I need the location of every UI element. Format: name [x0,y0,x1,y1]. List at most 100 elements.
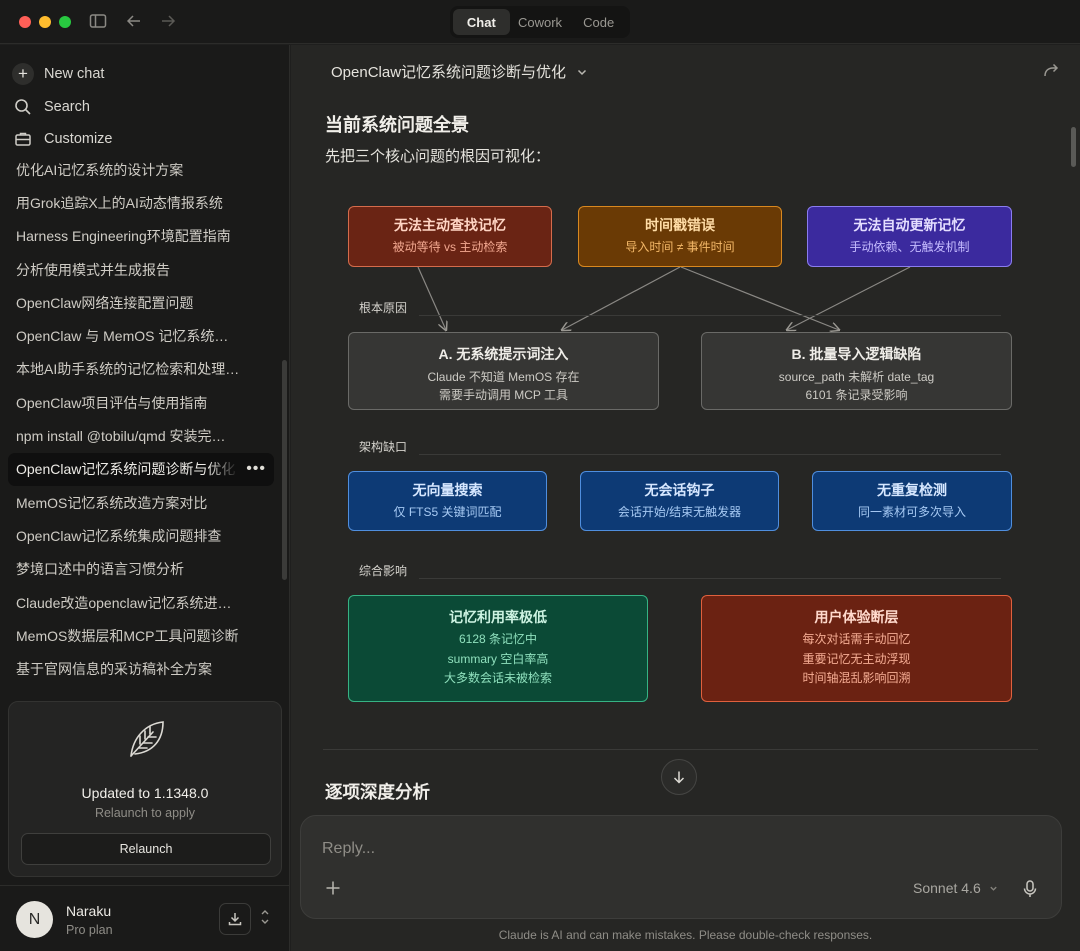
impact-line: 每次对话需手动回忆 [802,632,911,646]
cause-line: 6101 条记录受影响 [805,388,908,402]
back-arrow-icon[interactable] [124,11,146,33]
gap-subtitle: 同一素材可多次导入 [857,505,966,519]
main-panel: OpenClaw记忆系统问题诊断与优化 当前系统问题全景 先把三个核心问题的根因… [291,45,1080,951]
recent-chat-label: MemOS记忆系统改造方案对比 [16,494,208,511]
sidebar-scrollbar[interactable] [282,360,287,580]
recent-chat-item[interactable]: 本地AI助手系统的记忆检索和处理… [8,353,274,386]
add-attachment-button[interactable] [325,879,341,902]
zoom-window-button[interactable] [59,16,71,28]
recent-chat-item[interactable]: OpenClaw网络连接配置问题 [8,286,274,319]
forward-arrow-icon[interactable] [158,11,180,33]
recent-chat-item[interactable]: OpenClaw 与 MemOS 记忆系统… [8,319,274,352]
arrow-down-icon [673,771,685,784]
recent-chat-item[interactable]: 用Grok追踪X上的AI动态情报系统 [8,186,274,219]
cause-line: Claude 不知道 MemOS 存在 [427,370,580,384]
search-icon [12,96,34,118]
conversation-title: OpenClaw记忆系统问题诊断与优化 [331,64,567,81]
impact-box: 用户体验断层 每次对话需手动回忆 重要记忆无主动浮现 时间轴混乱影响回溯 [701,595,1012,702]
cause-box: B. 批量导入逻辑缺陷 source_path 未解析 date_tag 610… [701,332,1012,410]
gap-box: 无重复检测 同一素材可多次导入 [812,471,1012,531]
update-title: Updated to 1.1348.0 [81,785,209,801]
recent-chat-item[interactable]: Harness Engineering环境配置指南 [8,220,274,253]
reply-input[interactable]: Reply... [322,840,375,858]
customize-label: Customize [44,131,113,147]
cause-title: A. 无系统提示词注入 [438,346,569,362]
sidebar: + New chat Search Customize 优化AI记忆系统的设计方… [0,45,290,951]
label-fade [208,452,238,486]
recent-chat-item[interactable]: 分析使用模式并生成报告 [8,253,274,286]
new-chat-button[interactable]: + New chat [12,59,104,89]
conversation-title-button[interactable]: OpenClaw记忆系统问题诊断与优化 [331,61,588,82]
share-icon[interactable] [1042,61,1060,79]
gap-title: 无重复检测 [877,482,947,498]
gap-title: 无会话钩子 [644,482,715,498]
arrow-connector [417,266,446,330]
recent-chat-label: Harness Engineering环境配置指南 [16,228,231,245]
more-options-icon[interactable]: ••• [246,460,266,478]
microphone-icon[interactable] [1022,879,1040,899]
recent-chat-item[interactable]: npm install @tobilu/qmd 安装完… [8,419,274,452]
section-label: 根本原因 [359,301,408,315]
impact-line: 时间轴混乱影响回溯 [802,671,911,685]
recent-chat-item[interactable]: OpenClaw项目评估与使用指南 [8,386,274,419]
impact-title: 用户体验断层 [814,609,899,625]
close-window-button[interactable] [19,16,31,28]
problem-box: 时间戳错误 导入时间 ≠ 事件时间 [578,206,782,267]
recent-chat-label: 本地AI助手系统的记忆检索和处理… [16,361,240,378]
recent-chat-label: 梦境口述中的语言习惯分析 [16,561,184,578]
cause-line: 需要手动调用 MCP 工具 [438,388,569,402]
section-label: 架构缺口 [359,440,408,454]
gap-subtitle: 会话开始/结束无触发器 [617,505,742,519]
download-icon [228,913,242,926]
arrow-connector [787,266,911,330]
tab-cowork[interactable]: Cowork [512,9,569,35]
chevron-up-down-icon[interactable] [260,908,270,928]
problem-subtitle: 被动等待 vs 主动检索 [392,240,508,254]
recent-chats-list: 优化AI记忆系统的设计方案 用Grok追踪X上的AI动态情报系统 Harness… [8,153,274,686]
problem-subtitle: 导入时间 ≠ 事件时间 [625,240,735,254]
title-bar: Chat Cowork Code [0,0,1080,44]
chevron-down-icon [989,886,997,891]
chevron-down-icon [578,69,587,75]
update-card: Updated to 1.1348.0 Relaunch to apply Re… [8,701,282,877]
impact-lines: 每次对话需手动回忆 重要记忆无主动浮现 时间轴混乱影响回溯 [702,630,1011,689]
recent-chat-item[interactable]: OpenClaw记忆系统集成问题排查 [8,519,274,552]
section-divider [419,315,1001,316]
recent-chat-label: Claude改造openclaw记忆系统进… [16,594,232,611]
user-bar[interactable]: N Naraku Pro plan [0,885,290,951]
impact-line: 大多数会话未被检索 [443,671,552,685]
tab-code[interactable]: Code [570,9,627,35]
recent-chat-item[interactable]: Claude改造openclaw记忆系统进… [8,586,274,619]
gap-box: 无会话钩子 会话开始/结束无触发器 [580,471,779,531]
tab-chat[interactable]: Chat [453,9,510,35]
model-selector[interactable]: Sonnet 4.6 [913,880,998,896]
download-button[interactable] [219,903,251,935]
impact-box: 记忆利用率极低 6128 条记忆中 summary 空白率高 大多数会话未被检索 [348,595,648,702]
recent-chat-label: OpenClaw记忆系统集成问题排查 [16,527,222,544]
cause-lines: Claude 不知道 MemOS 存在 需要手动调用 MCP 工具 [349,368,658,404]
update-subtitle: Relaunch to apply [94,806,196,820]
sidebar-toggle-icon[interactable] [88,11,110,33]
recent-chat-item[interactable]: 基于官网信息的采访稿补全方案 [8,652,274,685]
impact-line: 重要记忆无主动浮现 [802,651,911,666]
recent-chat-item-active[interactable]: OpenClaw记忆系统问题诊断与优化 ••• [8,452,274,486]
recent-chat-item[interactable]: MemOS记忆系统改造方案对比 [8,486,274,519]
recent-chat-item[interactable]: 梦境口述中的语言习惯分析 [8,553,274,586]
recent-chat-item[interactable]: 优化AI记忆系统的设计方案 [8,153,274,186]
impact-line: 6128 条记忆中 [458,632,538,646]
recent-chat-label: OpenClaw记忆系统问题诊断与优化 [16,461,236,478]
problem-title: 无法主动查找记忆 [394,217,506,233]
recent-chat-item[interactable]: MemOS数据层和MCP工具问题诊断 [8,619,274,652]
section-divider [419,578,1001,579]
customize-button[interactable]: Customize [12,124,113,154]
minimize-window-button[interactable] [39,16,51,28]
user-plan: Pro plan [66,923,113,937]
relaunch-button[interactable]: Relaunch [21,833,271,865]
reply-composer: Reply... Sonnet 4.6 [300,815,1062,919]
conversation-header: OpenClaw记忆系统问题诊断与优化 [291,45,1080,95]
impact-lines: 6128 条记忆中 summary 空白率高 大多数会话未被检索 [349,630,647,689]
avatar[interactable]: N [16,901,53,938]
recent-chat-label: 优化AI记忆系统的设计方案 [16,161,184,178]
scroll-to-bottom-button[interactable] [661,759,697,795]
search-button[interactable]: Search [12,92,90,122]
